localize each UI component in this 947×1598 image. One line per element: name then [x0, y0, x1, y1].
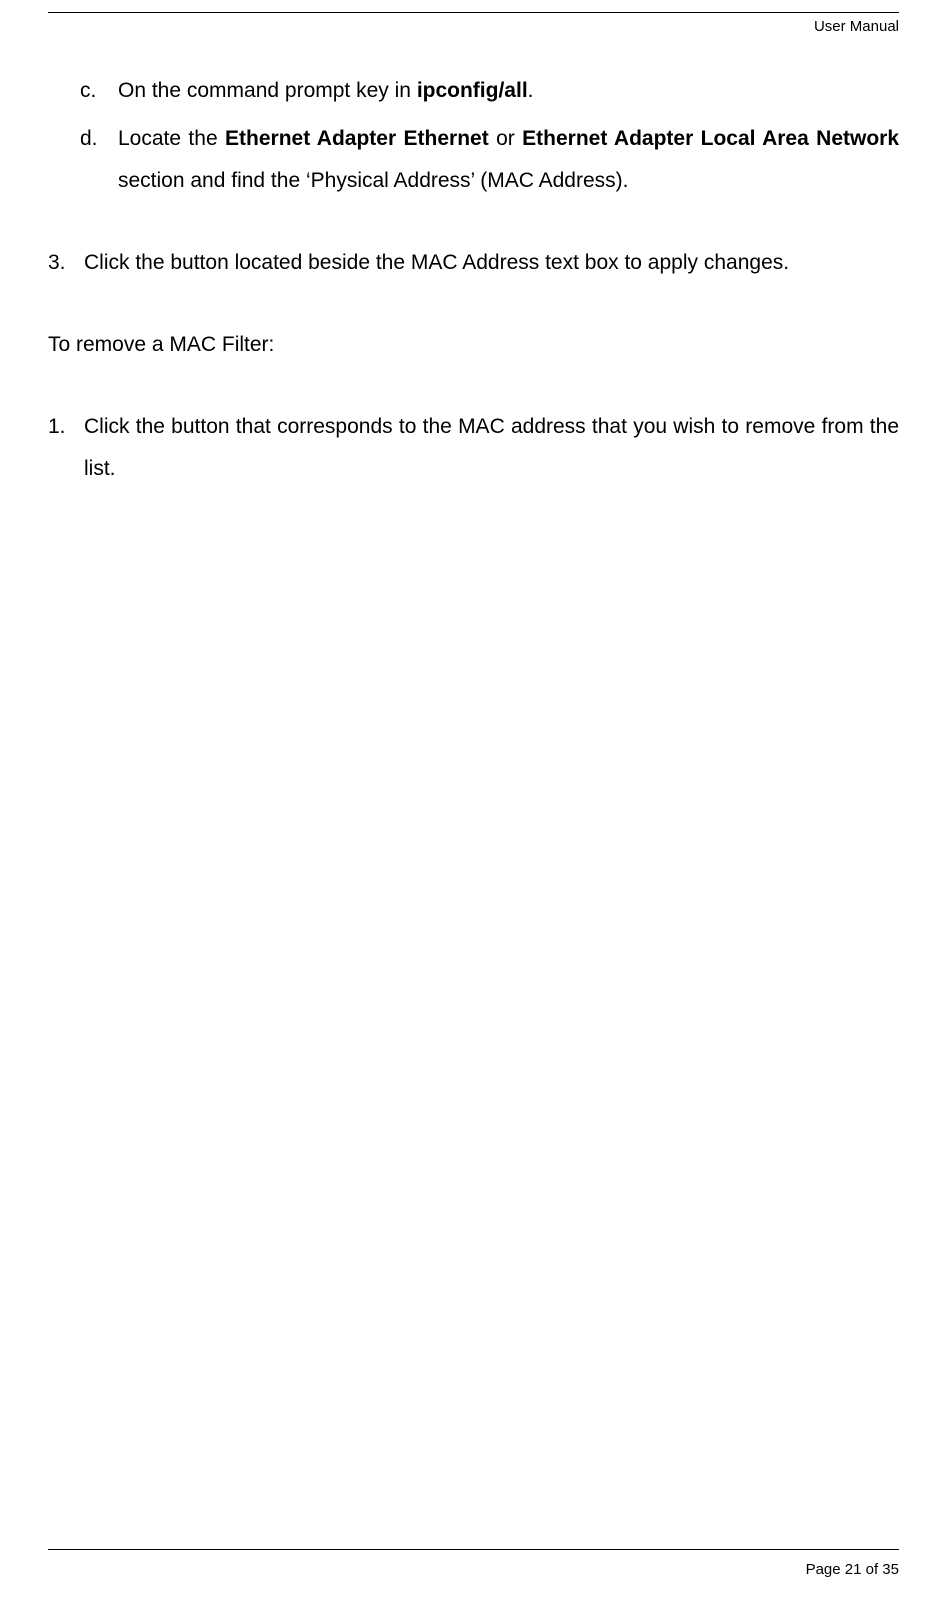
list-text: Click the button located beside the MAC … [84, 242, 899, 284]
list-item-d: d. Locate the Ethernet Adapter Ethernet … [48, 118, 899, 202]
text-fragment: section and find the ‘Physical Address’ … [118, 169, 628, 192]
remove-heading: To remove a MAC Filter: [48, 324, 899, 366]
header-rule [48, 12, 899, 13]
footer-page-number: Page 21 of 35 [806, 1561, 899, 1578]
footer-rule [48, 1549, 899, 1550]
bold-text: Ethernet Adapter Ethernet [225, 127, 489, 150]
bold-text: ipconfig/all [417, 79, 528, 102]
text-fragment: or [489, 127, 522, 150]
list-marker: d. [48, 118, 118, 202]
text-fragment: . [528, 79, 534, 102]
page-container: User Manual c. On the command prompt key… [0, 0, 947, 1598]
list-marker: 1. [48, 406, 84, 490]
list-marker: c. [48, 70, 118, 112]
bold-text: Ethernet Adapter Local Area Network [522, 127, 899, 150]
list-item-1: 1. Click the button that corresponds to … [48, 406, 899, 490]
header-title: User Manual [814, 18, 899, 35]
list-item-c: c. On the command prompt key in ipconfig… [48, 70, 899, 112]
text-fragment: Locate the [118, 127, 225, 150]
list-marker: 3. [48, 242, 84, 284]
text-fragment: On the command prompt key in [118, 79, 417, 102]
list-text: Locate the Ethernet Adapter Ethernet or … [118, 118, 899, 202]
list-item-3: 3. Click the button located beside the M… [48, 242, 899, 284]
content-area: c. On the command prompt key in ipconfig… [48, 0, 899, 490]
list-text: Click the button that corresponds to the… [84, 406, 899, 490]
list-text: On the command prompt key in ipconfig/al… [118, 70, 899, 112]
